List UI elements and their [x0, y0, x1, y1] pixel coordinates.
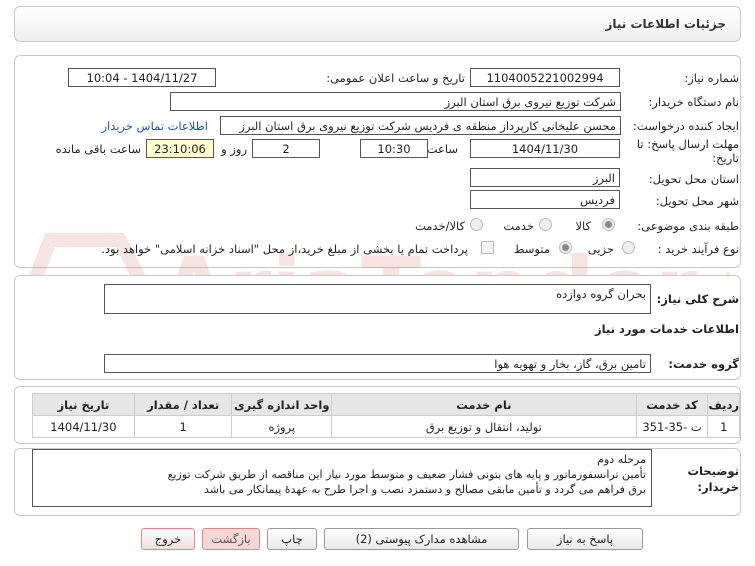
page-header: جزئیات اطلاعات نیاز: [14, 6, 741, 42]
process-minor-label: جزیی: [587, 242, 614, 256]
col-quantity: تعداد / مقدار: [133, 393, 233, 416]
buyer-contact-link[interactable]: اطلاعات تماس خریدار: [101, 119, 208, 133]
view-attachments-button[interactable]: مشاهده مدارک پیوستی (2): [324, 528, 519, 550]
deadline-date-field: 1404/11/30: [470, 139, 620, 158]
process-medium-radio[interactable]: [559, 241, 572, 254]
service-group-label: گروه خدمت:: [668, 357, 739, 371]
province-label: استان محل تحویل:: [648, 172, 739, 186]
remaining-time-label: ساعت باقی مانده: [55, 142, 141, 156]
announce-date-label: تاریخ و ساعت اعلان عمومی:: [326, 71, 465, 85]
treasury-payment-checkbox[interactable]: [481, 241, 494, 254]
buyer-org-label: نام دستگاه خریدار:: [648, 95, 739, 109]
cell-quantity: 1: [133, 415, 233, 438]
cell-service-name: تولید، انتقال و توزیع برق: [331, 415, 637, 438]
category-goods-radio[interactable]: [602, 218, 615, 231]
back-button[interactable]: بازگشت: [202, 528, 260, 550]
process-type-label: نوع فرآیند خرید :: [657, 242, 739, 256]
category-goods-label: کالا: [575, 219, 591, 233]
category-goods-service-label: کالا/خدمت: [414, 219, 465, 233]
summary-field: بحران گروه دوازده: [104, 284, 651, 314]
announce-date-field: 1404/11/27 - 10:04: [68, 68, 216, 87]
buyer-notes-line: مرحله دوم: [597, 453, 646, 466]
cell-service-code: ت -35-351: [635, 415, 709, 438]
category-goods-service-radio[interactable]: [470, 218, 483, 231]
services-table: ردیف کد خدمت نام خدمت واحد اندازه گیری ت…: [32, 393, 740, 438]
cell-row-number: 1: [707, 415, 740, 438]
requester-field: محسن علیخانی کارپرداز منطقه ی فردیس شرکت…: [220, 116, 621, 135]
need-number-label: شماره نیاز:: [684, 71, 739, 85]
summary-label: شرح کلی نیاز:: [656, 292, 739, 306]
process-medium-label: متوسط: [513, 242, 550, 256]
col-service-name: نام خدمت: [331, 393, 637, 416]
col-need-date: تاریخ نیاز: [32, 393, 135, 416]
deadline-label: مهلت ارسال پاسخ: تا تاریخ:: [636, 137, 739, 165]
reply-button[interactable]: پاسخ به نیاز: [527, 528, 643, 550]
need-number-field: 1104005221002994: [470, 68, 620, 87]
remaining-time-field: 23:10:06: [146, 139, 214, 158]
category-service-label: خدمت: [503, 219, 534, 233]
city-label: شهر محل تحویل:: [655, 194, 739, 208]
col-unit: واحد اندازه گیری: [231, 393, 333, 416]
city-field: فردیس: [470, 190, 620, 209]
buyer-notes-line: تأمین ترانسفورماتور و پایه های بتونی فشا…: [167, 468, 646, 481]
days-label: روز و: [221, 142, 247, 156]
col-service-code: کد خدمت: [635, 393, 709, 416]
deadline-time-field: 10:30: [360, 139, 428, 158]
category-service-radio[interactable]: [539, 218, 552, 231]
page-title: جزئیات اطلاعات نیاز: [605, 17, 726, 31]
process-minor-radio[interactable]: [622, 241, 635, 254]
cell-unit: پروژه: [231, 415, 333, 438]
table-row: 1 ت -35-351 تولید، انتقال و توزیع برق پر…: [32, 415, 740, 438]
buyer-org-field: شرکت توزیع نیروی برق استان البرز: [170, 92, 621, 111]
buyer-notes-label: توضیحات خریدار:: [687, 464, 740, 494]
days-remaining-field: 2: [252, 139, 320, 158]
requester-label: ایجاد کننده درخواست:: [633, 119, 739, 133]
buyer-notes-field: مرحله دوم تأمین ترانسفورماتور و پایه های…: [32, 449, 652, 507]
service-group-field: تامین برق، گاز، بخار و تهویه هوا: [104, 354, 651, 373]
services-section-title: اطلاعات خدمات مورد نیاز: [595, 322, 739, 336]
deadline-time-label: ساعت: [426, 142, 458, 156]
cell-need-date: 1404/11/30: [32, 415, 135, 438]
buyer-notes-line: برق فراهم می گردد و تأمین مابقی مصالح و …: [203, 483, 646, 496]
treasury-payment-note: پرداخت تمام یا بخشی از مبلغ خرید،از محل …: [101, 242, 468, 256]
table-header-row: ردیف کد خدمت نام خدمت واحد اندازه گیری ت…: [32, 393, 740, 416]
exit-button[interactable]: خروج: [141, 528, 195, 550]
print-button[interactable]: چاپ: [267, 528, 317, 550]
col-row-number: ردیف: [707, 393, 740, 416]
category-label: طبقه بندی موضوعی:: [637, 219, 739, 233]
province-field: البرز: [470, 168, 620, 187]
